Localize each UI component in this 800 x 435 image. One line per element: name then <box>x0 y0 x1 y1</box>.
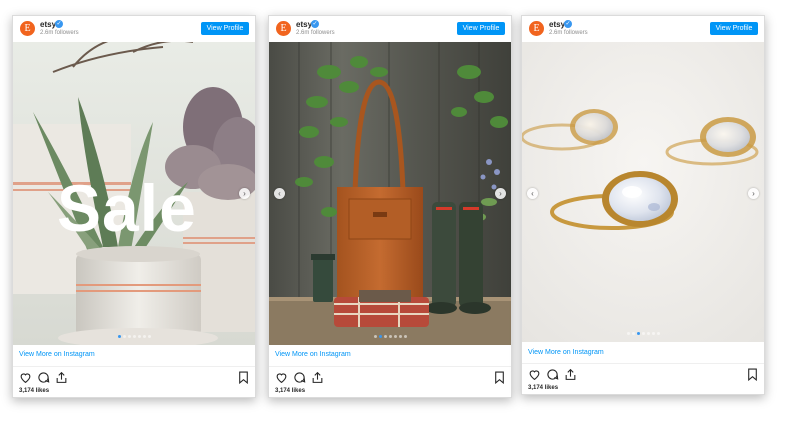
sale-overlay-text: Sale <box>57 171 197 245</box>
followers-count: 2.6m followers <box>296 30 335 36</box>
bookmark-icon[interactable] <box>747 368 758 382</box>
view-profile-button[interactable]: View Profile <box>457 22 505 35</box>
comment-icon[interactable] <box>546 368 559 381</box>
post-image[interactable]: ‹ › <box>269 42 511 345</box>
view-more-link[interactable]: View More on Instagram <box>528 349 604 356</box>
chevron-left-icon[interactable]: ‹ <box>527 188 538 199</box>
share-icon[interactable] <box>311 371 324 384</box>
bookmark-icon[interactable] <box>494 371 505 385</box>
divider <box>13 366 255 367</box>
followers-count: 2.6m followers <box>549 30 588 36</box>
instagram-post-card-3: E etsy ✓ 2.6m followers View Profile ‹ ›… <box>521 15 765 395</box>
divider <box>269 366 511 367</box>
likes-count: 3,174 likes <box>19 388 50 394</box>
view-profile-button[interactable]: View Profile <box>710 22 758 35</box>
username[interactable]: etsy <box>296 20 312 29</box>
bookmark-icon[interactable] <box>238 371 249 385</box>
post-header: E etsy ✓ 2.6m followers View Profile <box>522 16 764 42</box>
share-icon[interactable] <box>55 371 68 384</box>
likes-count: 3,174 likes <box>275 388 306 394</box>
chevron-right-icon[interactable]: › <box>748 188 759 199</box>
carousel-indicator <box>13 335 255 338</box>
chevron-left-icon[interactable]: ‹ <box>274 188 285 199</box>
heart-icon[interactable] <box>19 371 32 384</box>
view-more-link[interactable]: View More on Instagram <box>275 351 351 358</box>
avatar[interactable]: E <box>529 21 544 36</box>
post-image[interactable]: Sale › <box>13 42 255 345</box>
verified-icon: ✓ <box>55 20 63 28</box>
likes-count: 3,174 likes <box>528 385 559 391</box>
instagram-post-card-1: E etsy ✓ 2.6m followers View Profile Sal… <box>12 15 256 398</box>
avatar[interactable]: E <box>276 21 291 36</box>
view-profile-button[interactable]: View Profile <box>201 22 249 35</box>
post-header: E etsy ✓ 2.6m followers View Profile <box>269 16 511 42</box>
instagram-post-card-2: E etsy ✓ 2.6m followers View Profile ‹ ›… <box>268 15 512 398</box>
post-header: E etsy ✓ 2.6m followers View Profile <box>13 16 255 42</box>
comment-icon[interactable] <box>293 371 306 384</box>
heart-icon[interactable] <box>275 371 288 384</box>
verified-icon: ✓ <box>311 20 319 28</box>
chevron-right-icon[interactable]: › <box>239 188 250 199</box>
view-more-link[interactable]: View More on Instagram <box>19 351 95 358</box>
post-image[interactable]: ‹ › <box>522 42 764 342</box>
divider <box>522 363 764 364</box>
avatar[interactable]: E <box>20 21 35 36</box>
username[interactable]: etsy <box>549 20 565 29</box>
chevron-right-icon[interactable]: › <box>495 188 506 199</box>
share-icon[interactable] <box>564 368 577 381</box>
verified-icon: ✓ <box>564 20 572 28</box>
carousel-indicator <box>269 335 511 338</box>
comment-icon[interactable] <box>37 371 50 384</box>
heart-icon[interactable] <box>528 368 541 381</box>
carousel-indicator <box>522 332 764 335</box>
username[interactable]: etsy <box>40 20 56 29</box>
followers-count: 2.6m followers <box>40 30 79 36</box>
